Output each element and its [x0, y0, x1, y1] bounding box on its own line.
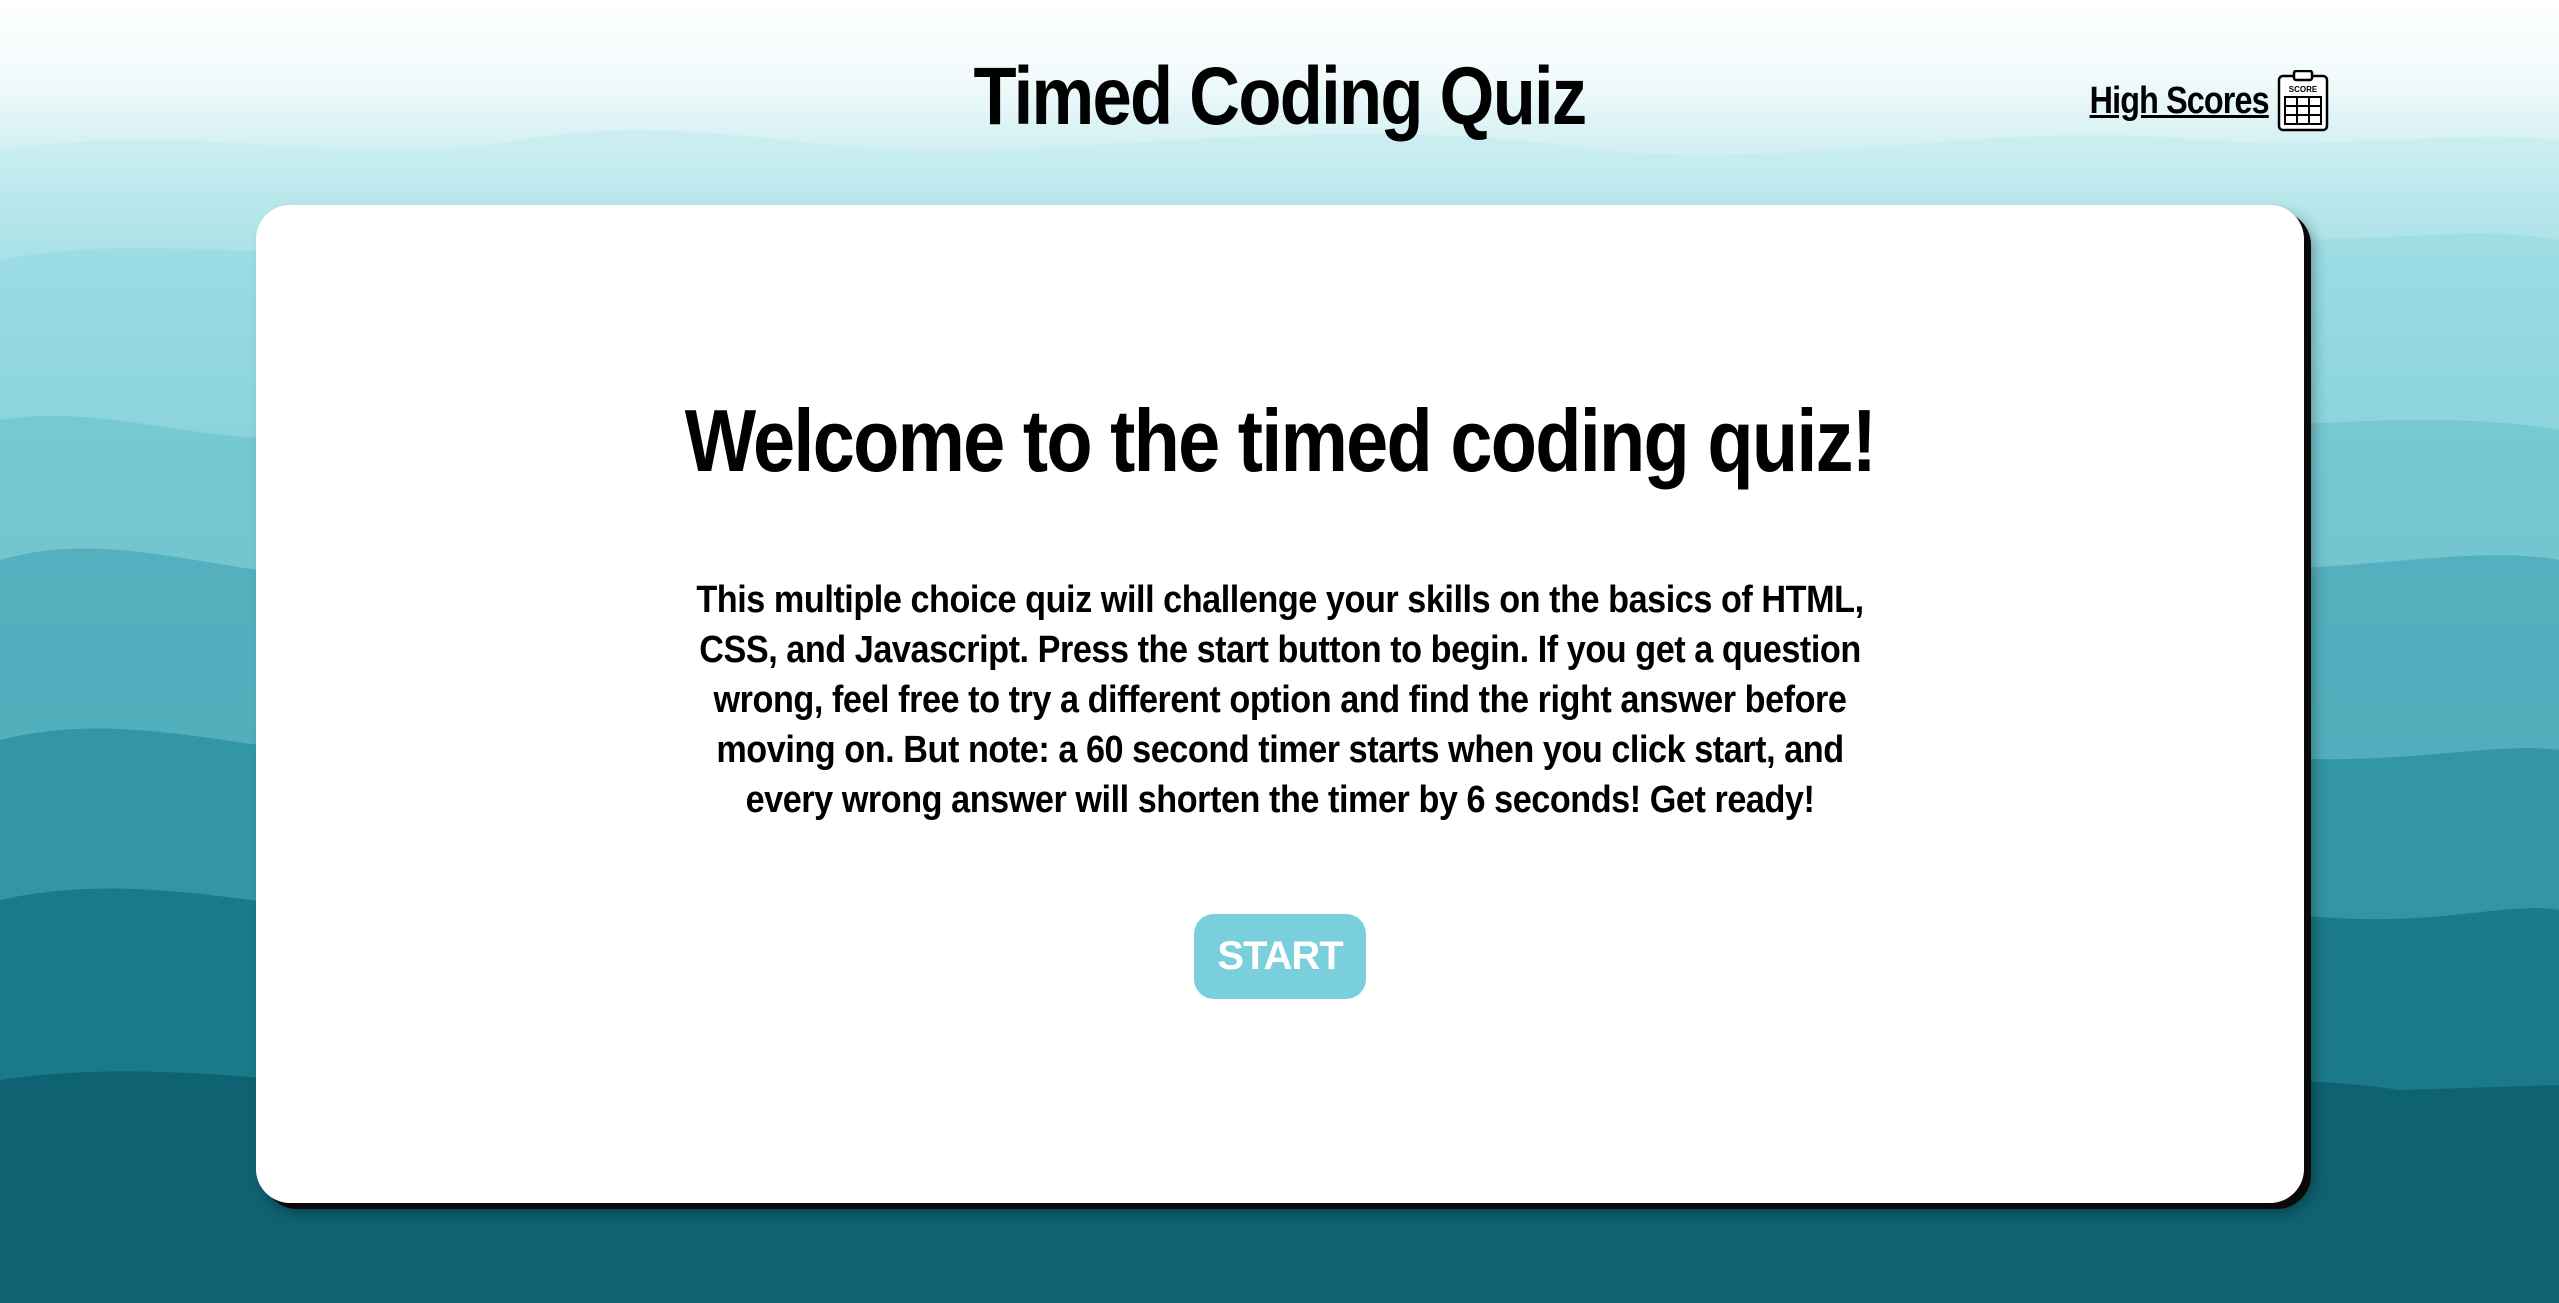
page-title: Timed Coding Quiz: [973, 51, 1588, 142]
quiz-card: Welcome to the timed coding quiz! This m…: [256, 205, 2304, 1203]
start-button[interactable]: START: [1194, 914, 1366, 999]
score-icon-text: SCORE: [2289, 85, 2318, 94]
quiz-description: This multiple choice quiz will challenge…: [696, 579, 1864, 821]
score-clipboard-icon: SCORE: [2277, 70, 2328, 132]
high-scores-link[interactable]: High Scores SCORE: [2058, 70, 2329, 132]
high-scores-label: High Scores: [2089, 79, 2270, 122]
welcome-heading: Welcome to the timed coding quiz!: [684, 391, 1877, 490]
